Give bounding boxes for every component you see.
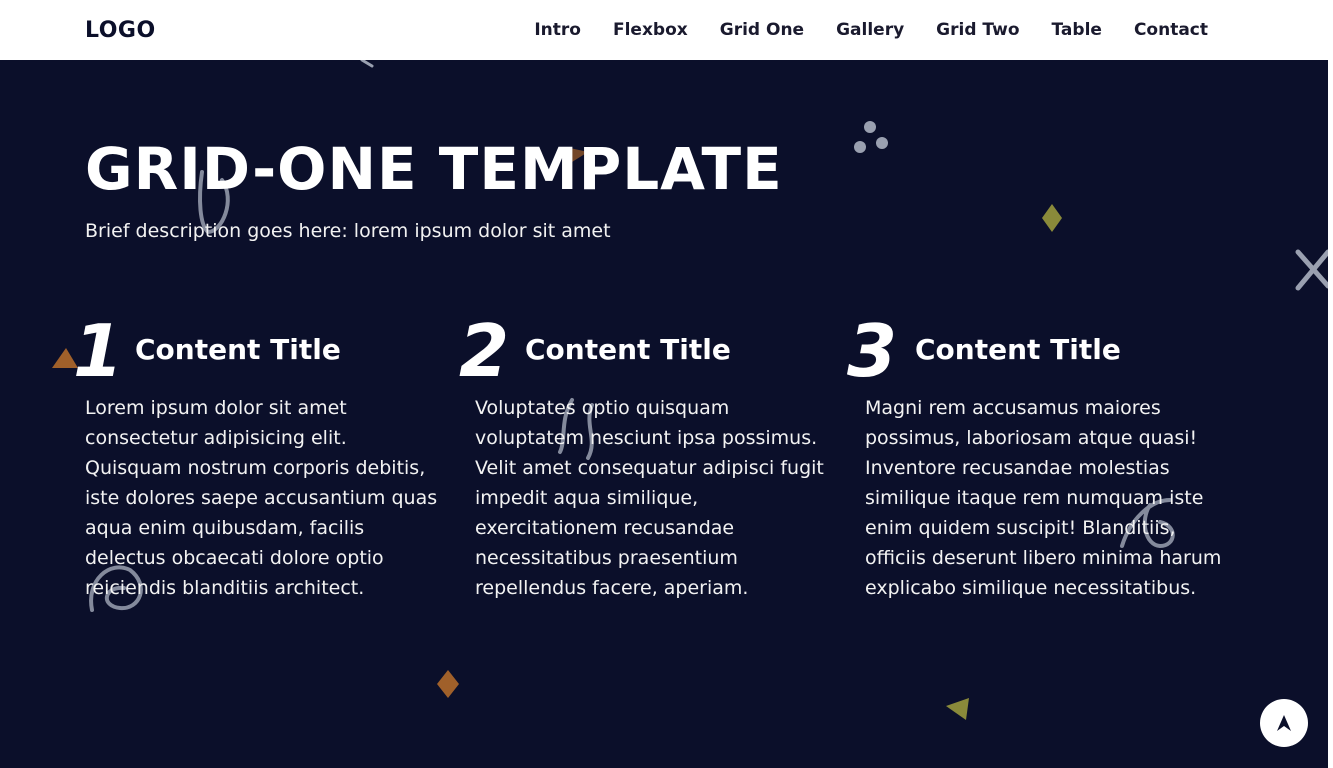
site-header: LOGO Intro Flexbox Grid One Gallery Grid… (0, 0, 1328, 60)
column-title: Content Title (135, 333, 341, 366)
nav-link-flexbox[interactable]: Flexbox (613, 20, 688, 40)
column-title: Content Title (525, 333, 731, 366)
cross-decoration (1295, 249, 1328, 291)
column-number: 2 (459, 309, 510, 393)
nav-link-gallery[interactable]: Gallery (836, 20, 904, 40)
page-title: GRID-ONE TEMPLATE (85, 135, 783, 203)
dots-decoration (854, 121, 888, 153)
column-title: Content Title (915, 333, 1121, 366)
column-number: 3 (847, 309, 898, 393)
decorative-shapes (52, 58, 1328, 720)
squiggle-decoration (360, 58, 374, 68)
nav-link-intro[interactable]: Intro (534, 20, 581, 40)
back-to-top-button[interactable] (1260, 699, 1308, 747)
nav-link-table[interactable]: Table (1052, 20, 1102, 40)
main-nav: Intro Flexbox Grid One Gallery Grid Two … (534, 20, 1208, 40)
nav-link-grid-two[interactable]: Grid Two (936, 20, 1019, 40)
column-text: Voluptates optio quisquam voluptatem nes… (475, 397, 824, 599)
diamond-decoration (1042, 204, 1062, 232)
column-text: Magni rem accusamus maiores possimus, la… (865, 397, 1222, 599)
logo[interactable]: LOGO (85, 18, 156, 43)
nav-link-grid-one[interactable]: Grid One (720, 20, 804, 40)
arrow-up-icon (1277, 715, 1291, 731)
column-number: 1 (73, 309, 124, 393)
nav-link-contact[interactable]: Contact (1134, 20, 1208, 40)
diamond-decoration (437, 670, 459, 698)
page-description: Brief description goes here: lorem ipsum… (85, 220, 611, 242)
column-text: Lorem ipsum dolor sit amet consectetur a… (85, 397, 438, 599)
page-scrollbar[interactable] (1328, 0, 1333, 768)
triangle-decoration (946, 698, 969, 720)
